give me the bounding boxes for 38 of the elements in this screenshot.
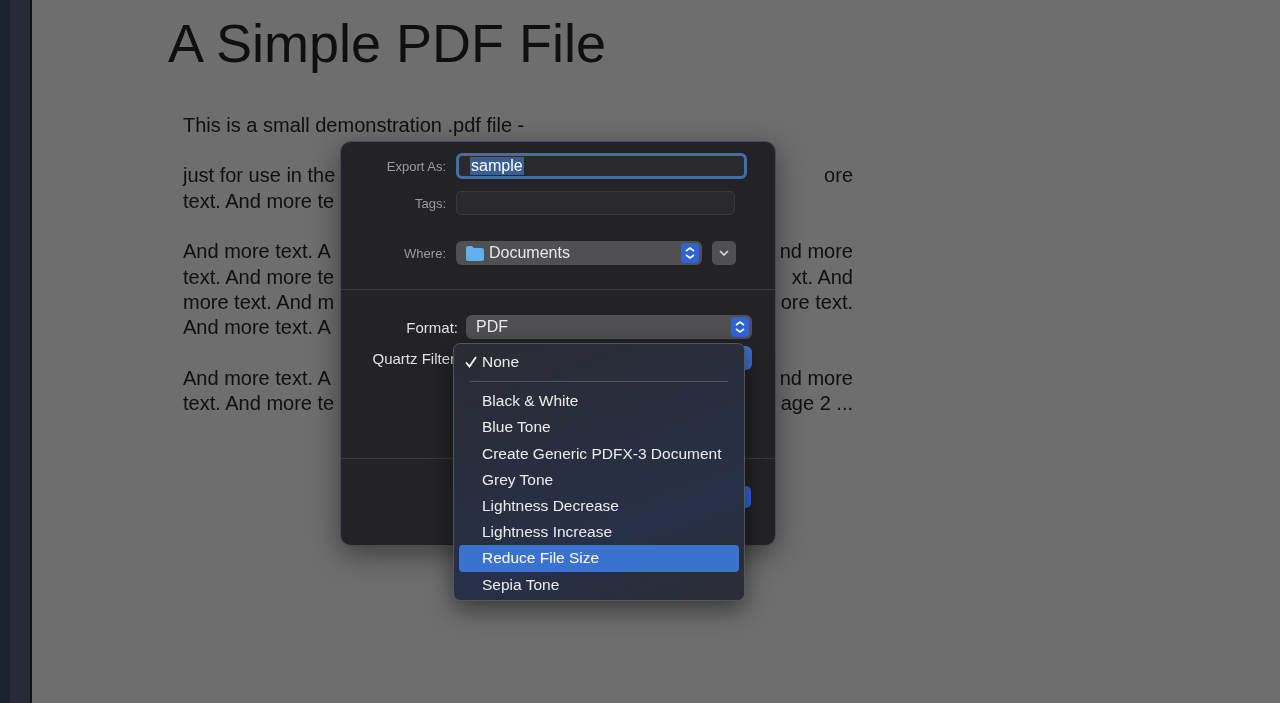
document-text: ore	[824, 163, 853, 189]
document-text: And more text. A	[183, 365, 331, 391]
folder-icon	[466, 245, 484, 261]
field-label: Export As:	[385, 158, 446, 174]
location-dropdown[interactable]: Documents	[456, 241, 702, 265]
field-label: Quartz Filter	[371, 349, 455, 367]
stepper-icon	[731, 317, 749, 337]
field-label: Tags:	[413, 195, 446, 211]
document-text: just for use in the	[183, 163, 336, 189]
format-dropdown[interactable]: PDF	[466, 315, 752, 339]
expand-button[interactable]	[712, 241, 736, 265]
document-text: more text. And m	[183, 289, 335, 315]
document-text: And more text. A	[183, 315, 331, 341]
chevron-down-icon	[719, 250, 729, 256]
document-title: A Simple PDF File	[168, 12, 608, 75]
field-label: Where:	[403, 245, 446, 261]
stepper-icon	[681, 243, 699, 263]
document-text: This is a small demonstration .pdf file -	[183, 113, 525, 138]
field-label: Format:	[405, 318, 458, 336]
document-text: text. And more te	[183, 264, 335, 290]
menu-item[interactable]: Lightness Decrease	[459, 492, 739, 520]
document-text: text. And more te	[183, 188, 335, 214]
menu-item[interactable]: None	[459, 349, 739, 376]
document-text: age 2 ...	[780, 391, 853, 417]
document-text: And more text. A	[183, 239, 331, 265]
input-field[interactable]: sample	[456, 153, 747, 179]
document-text: xt. And	[791, 264, 853, 290]
menu-item[interactable]: Create Generic PDFX-3 Document	[459, 440, 739, 467]
document-text: nd more	[779, 239, 853, 265]
menu-item[interactable]: Blue Tone	[459, 414, 739, 441]
menu-item[interactable]: Lightness Increase	[459, 519, 739, 546]
document-text: nd more	[779, 365, 853, 391]
menu-item[interactable]: Sepia Tone	[459, 571, 739, 598]
menu-item[interactable]: Black & White	[459, 388, 739, 415]
menu-item[interactable]: Reduce File Size	[459, 545, 739, 572]
document-text: text. And more te	[183, 391, 335, 417]
menu-item[interactable]: Grey Tone	[459, 466, 739, 493]
document-text: ore text.	[780, 289, 853, 315]
